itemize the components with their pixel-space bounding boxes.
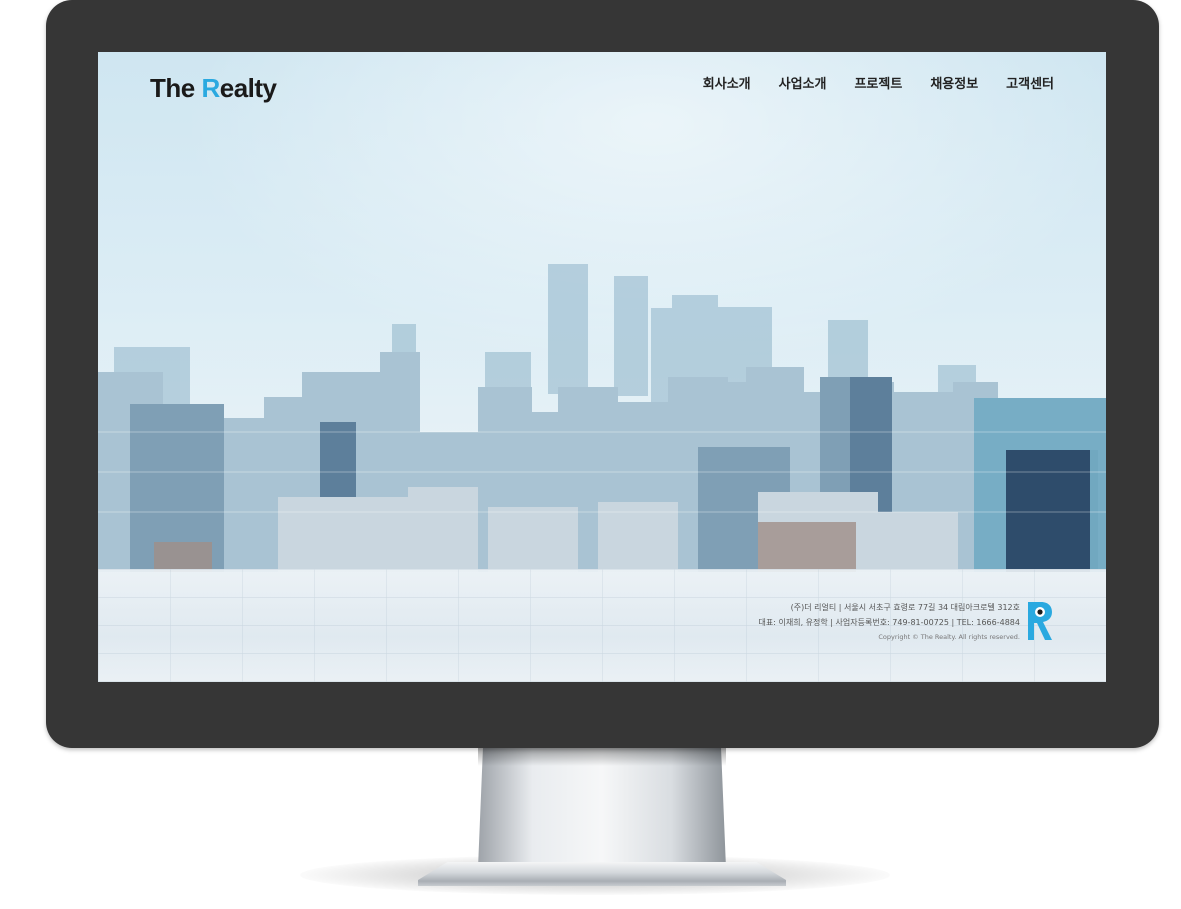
logo-text-accent: R bbox=[201, 73, 220, 103]
footer-company-info: 대표: 이재희, 유정학 | 사업자등록번호: 749-81-00725 | T… bbox=[758, 618, 1020, 627]
nav-item-business[interactable]: 사업소개 bbox=[779, 76, 827, 94]
nav-item-projects[interactable]: 프로젝트 bbox=[854, 76, 902, 94]
monitor-stand-neck bbox=[478, 748, 726, 868]
footer-info: (주)더 리얼티 | 서울시 서초구 효령로 77길 34 대림아크로텔 312… bbox=[759, 600, 1020, 644]
site-logo[interactable]: The Realty bbox=[150, 70, 277, 106]
website-screen: The Realty 회사소개 사업소개 프로젝트 채용정보 고객센터 (주)더… bbox=[98, 52, 1106, 682]
footer-copyright: Copyright © The Realty. All rights reser… bbox=[878, 633, 1020, 641]
footer-address: (주)더 리얼티 | 서울시 서초구 효령로 77길 34 대림아크로텔 312… bbox=[790, 603, 1020, 612]
nav-item-support[interactable]: 고객센터 bbox=[1006, 76, 1054, 94]
main-nav: 회사소개 사업소개 프로젝트 채용정보 고객센터 bbox=[703, 76, 1054, 94]
nav-item-careers[interactable]: 채용정보 bbox=[930, 76, 978, 94]
realty-r-logo-icon bbox=[1028, 602, 1052, 640]
logo-text-prefix: The bbox=[150, 73, 202, 103]
monitor-stand-base bbox=[418, 862, 786, 886]
monitor-stand-shade bbox=[478, 748, 726, 766]
logo-text-suffix: ealty bbox=[219, 73, 277, 103]
nav-item-company[interactable]: 회사소개 bbox=[703, 76, 751, 94]
